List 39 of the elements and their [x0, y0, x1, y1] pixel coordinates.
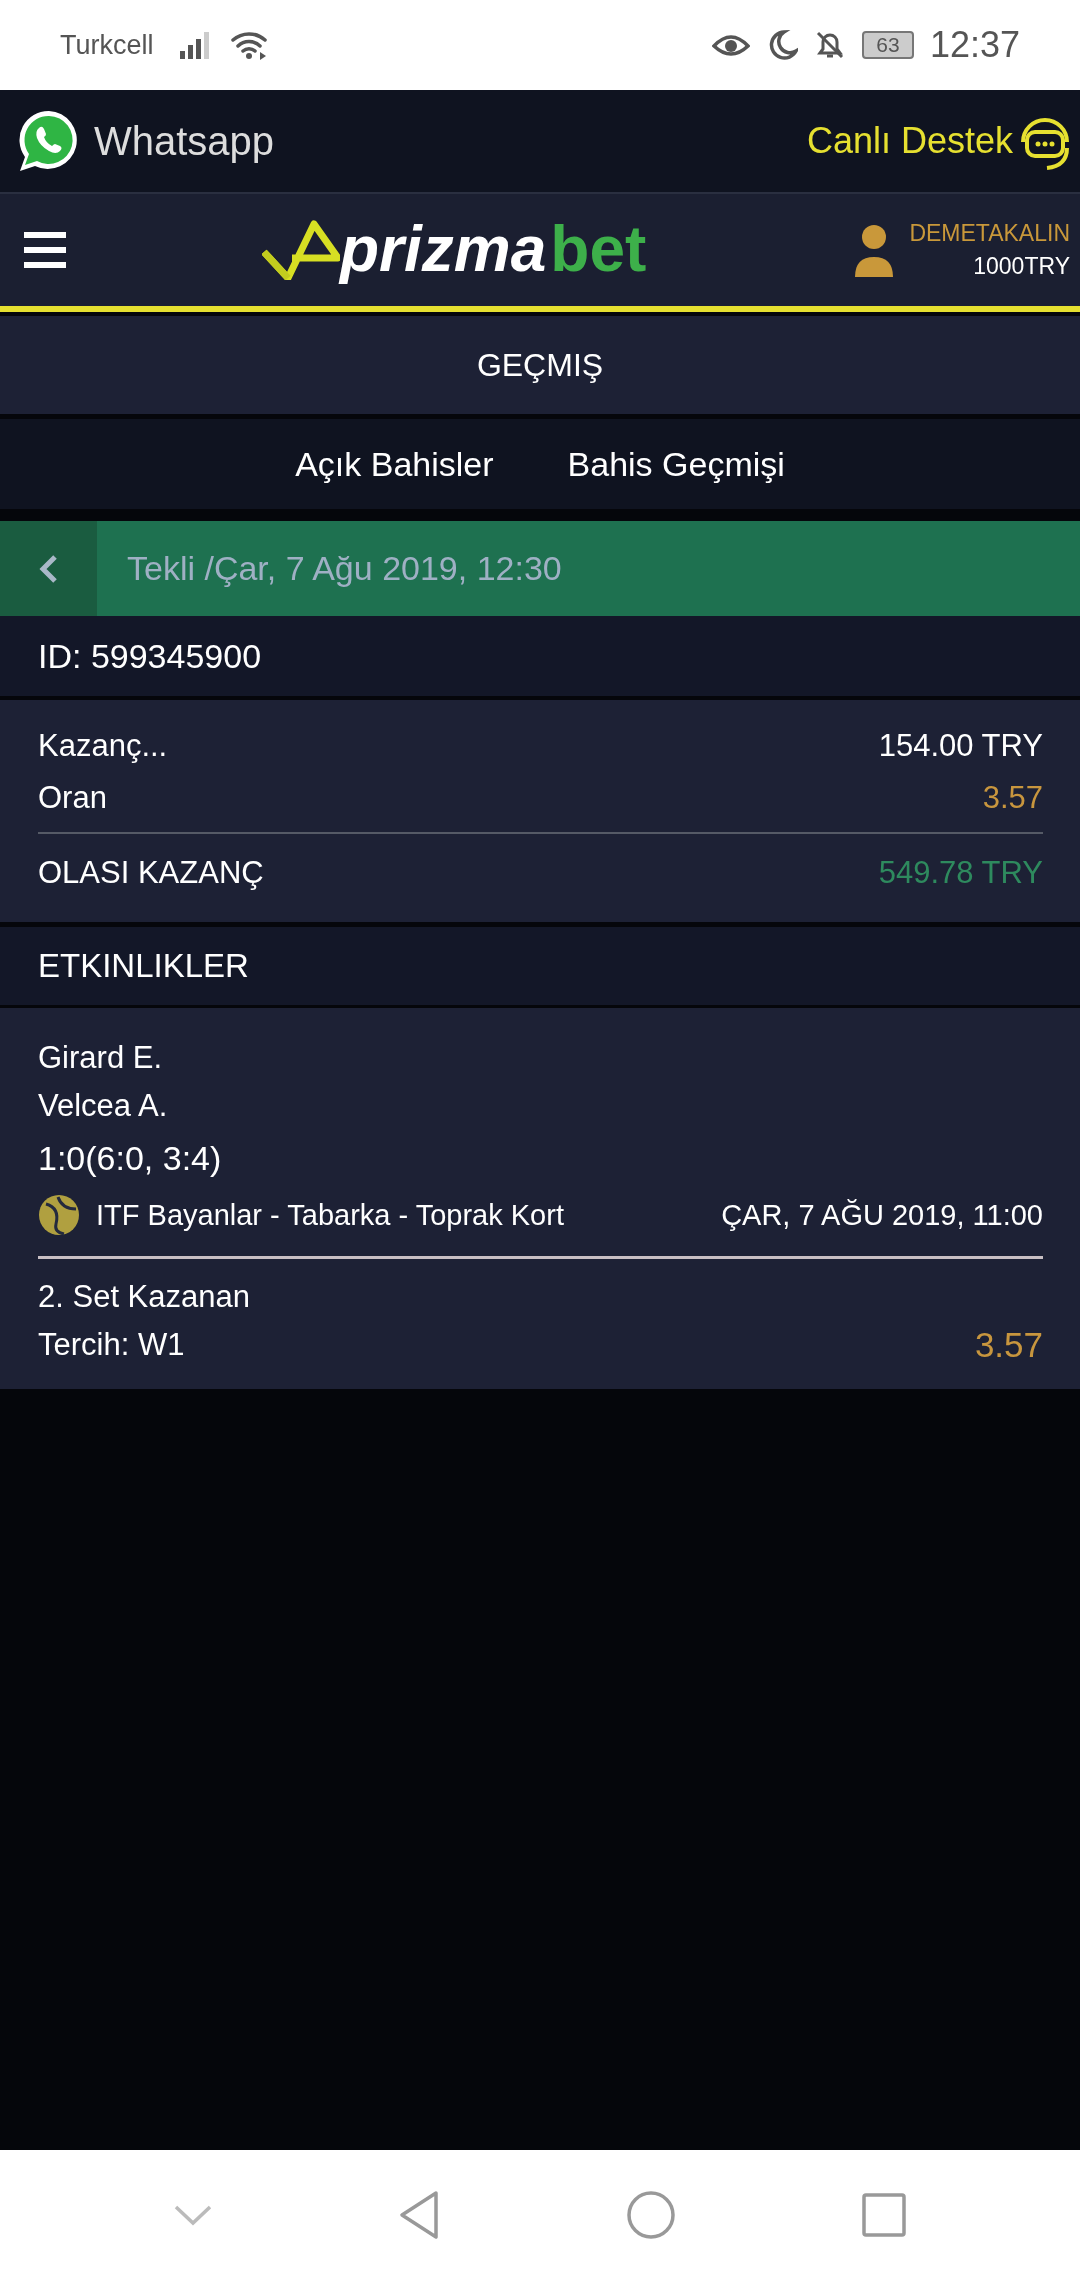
- summary-value: 549.78 TRY: [878, 855, 1043, 891]
- carrier-name: Turkcell: [60, 29, 154, 61]
- home-icon[interactable]: [625, 2190, 676, 2240]
- team-name: Velcea A.: [38, 1087, 169, 1125]
- chevron-down-icon[interactable]: [172, 2204, 213, 2226]
- user-icon: [853, 223, 896, 277]
- wifi-icon: [229, 30, 270, 60]
- page-title: GEÇMIŞ: [0, 316, 1080, 414]
- league-name: ITF Bayanlar - Tabarka - Toprak Kort: [96, 1198, 564, 1232]
- chevron-left-icon: [38, 553, 59, 584]
- whatsapp-link[interactable]: Whatsapp: [14, 106, 275, 176]
- bet-title: Tekli /Çar, 7 Ağu 2019, 12:30: [127, 549, 562, 588]
- menu-icon[interactable]: [24, 232, 66, 268]
- tab[interactable]: Bahis Geçmişi: [567, 444, 785, 484]
- summary-label: OLASI KAZANÇ: [38, 855, 264, 891]
- summary-label: Oran: [38, 780, 107, 816]
- odds: 3.57: [974, 1325, 1043, 1365]
- bet-id: ID: 599345900: [38, 636, 262, 676]
- live-support-link[interactable]: Canlı Destek: [806, 108, 1075, 174]
- battery-icon: 63: [861, 31, 914, 59]
- clock-time: 12:37: [929, 24, 1020, 66]
- team-name: Girard E.: [38, 1039, 164, 1077]
- back-icon[interactable]: [398, 2190, 441, 2240]
- match-score: 1:0(6:0, 3:4): [38, 1138, 223, 1179]
- triangle-logo-icon: [262, 218, 340, 280]
- balance: 1000TRY: [973, 253, 1070, 280]
- recents-icon[interactable]: [861, 2192, 908, 2238]
- logo-text: prizma: [340, 212, 547, 286]
- logo-text-accent: bet: [550, 212, 647, 286]
- tab[interactable]: Açık Bahisler: [295, 444, 494, 484]
- summary-label: Kazanç...: [38, 728, 168, 764]
- event-date: ÇAR, 7 AĞU 2019, 11:00: [721, 1198, 1043, 1232]
- tennis-ball-icon: [38, 1194, 80, 1236]
- summary-value: 3.57: [982, 780, 1043, 816]
- summary-value: 154.00 TRY: [878, 728, 1043, 764]
- market-name: 2. Set Kazanan: [38, 1278, 251, 1316]
- section-title: ETKINLIKLER: [38, 947, 249, 985]
- username: DEMETAKALIN: [909, 220, 1070, 247]
- pick: Tercih: W1: [38, 1326, 185, 1364]
